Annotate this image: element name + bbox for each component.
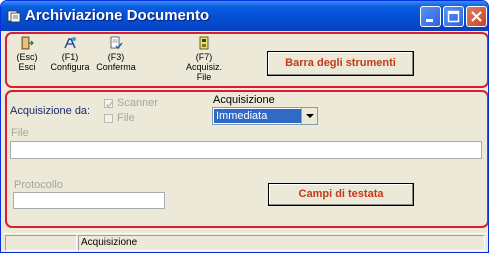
configure-icon bbox=[64, 37, 76, 49]
exit-tool-key: (Esc) bbox=[16, 52, 38, 62]
app-icon bbox=[7, 10, 21, 23]
configure-tool-button[interactable]: (F1) Configura bbox=[50, 36, 90, 72]
scanner-checkbox[interactable] bbox=[104, 99, 114, 108]
confirm-tool-key: (F3) bbox=[107, 52, 125, 62]
file-checkbox[interactable] bbox=[104, 114, 113, 123]
acquire-file-icon bbox=[199, 36, 209, 50]
dropdown-arrow-button[interactable] bbox=[301, 108, 317, 124]
protocol-input[interactable] bbox=[13, 192, 165, 209]
close-icon bbox=[471, 11, 482, 22]
acquisition-mode-select[interactable]: Immediata bbox=[212, 107, 318, 125]
protocol-field-label: Protocollo bbox=[14, 179, 63, 191]
client-area: (Esc) Esci (F1) Configura (F3) Conferma bbox=[4, 31, 488, 251]
acquisition-mode-value: Immediata bbox=[214, 109, 301, 123]
file-checkbox-label: File bbox=[117, 112, 135, 124]
file-field-label: File bbox=[11, 127, 29, 139]
acquire-file-tool-key: (F7) bbox=[195, 52, 213, 62]
acquire-file-tool-button[interactable]: (F7) Acquisiz. File bbox=[184, 36, 224, 82]
acquire-file-tool-label-2: File bbox=[196, 72, 212, 82]
maximize-icon bbox=[447, 10, 460, 23]
main-window: Archiviazione Documento (Esc) Esci (F1) … bbox=[0, 0, 489, 253]
maximize-button[interactable] bbox=[443, 6, 464, 27]
close-button[interactable] bbox=[466, 6, 487, 27]
status-bar: Acquisizione bbox=[4, 233, 487, 251]
acquisition-from-label: Acquisizione da: bbox=[10, 105, 91, 117]
minimize-icon bbox=[426, 19, 433, 22]
title-bar[interactable]: Archiviazione Documento bbox=[1, 1, 488, 31]
confirm-tool-label: Conferma bbox=[96, 62, 136, 72]
scanner-checkbox-label: Scanner bbox=[117, 97, 158, 109]
acquisition-combo-label: Acquisizione bbox=[213, 94, 275, 106]
window-title: Archiviazione Documento bbox=[25, 7, 210, 24]
check-icon bbox=[106, 101, 114, 108]
configure-tool-label: Configura bbox=[50, 62, 90, 72]
minimize-button[interactable] bbox=[420, 6, 441, 27]
status-pane-acquisition: Acquisizione bbox=[78, 235, 485, 251]
header-fields-group-label: Campi di testata bbox=[268, 183, 414, 206]
acquire-file-tool-label: Acquisiz. bbox=[185, 62, 222, 72]
confirm-icon bbox=[110, 36, 123, 50]
exit-tool-button[interactable]: (Esc) Esci bbox=[14, 36, 40, 72]
status-pane-1 bbox=[5, 235, 77, 251]
exit-tool-label: Esci bbox=[18, 62, 36, 72]
toolbar-group-label: Barra degli strumenti bbox=[267, 51, 414, 76]
confirm-tool-button[interactable]: (F3) Conferma bbox=[96, 36, 136, 72]
chevron-down-icon bbox=[306, 114, 314, 118]
file-path-input[interactable] bbox=[10, 141, 482, 159]
exit-door-icon bbox=[21, 36, 34, 50]
configure-tool-key: (F1) bbox=[61, 52, 79, 62]
